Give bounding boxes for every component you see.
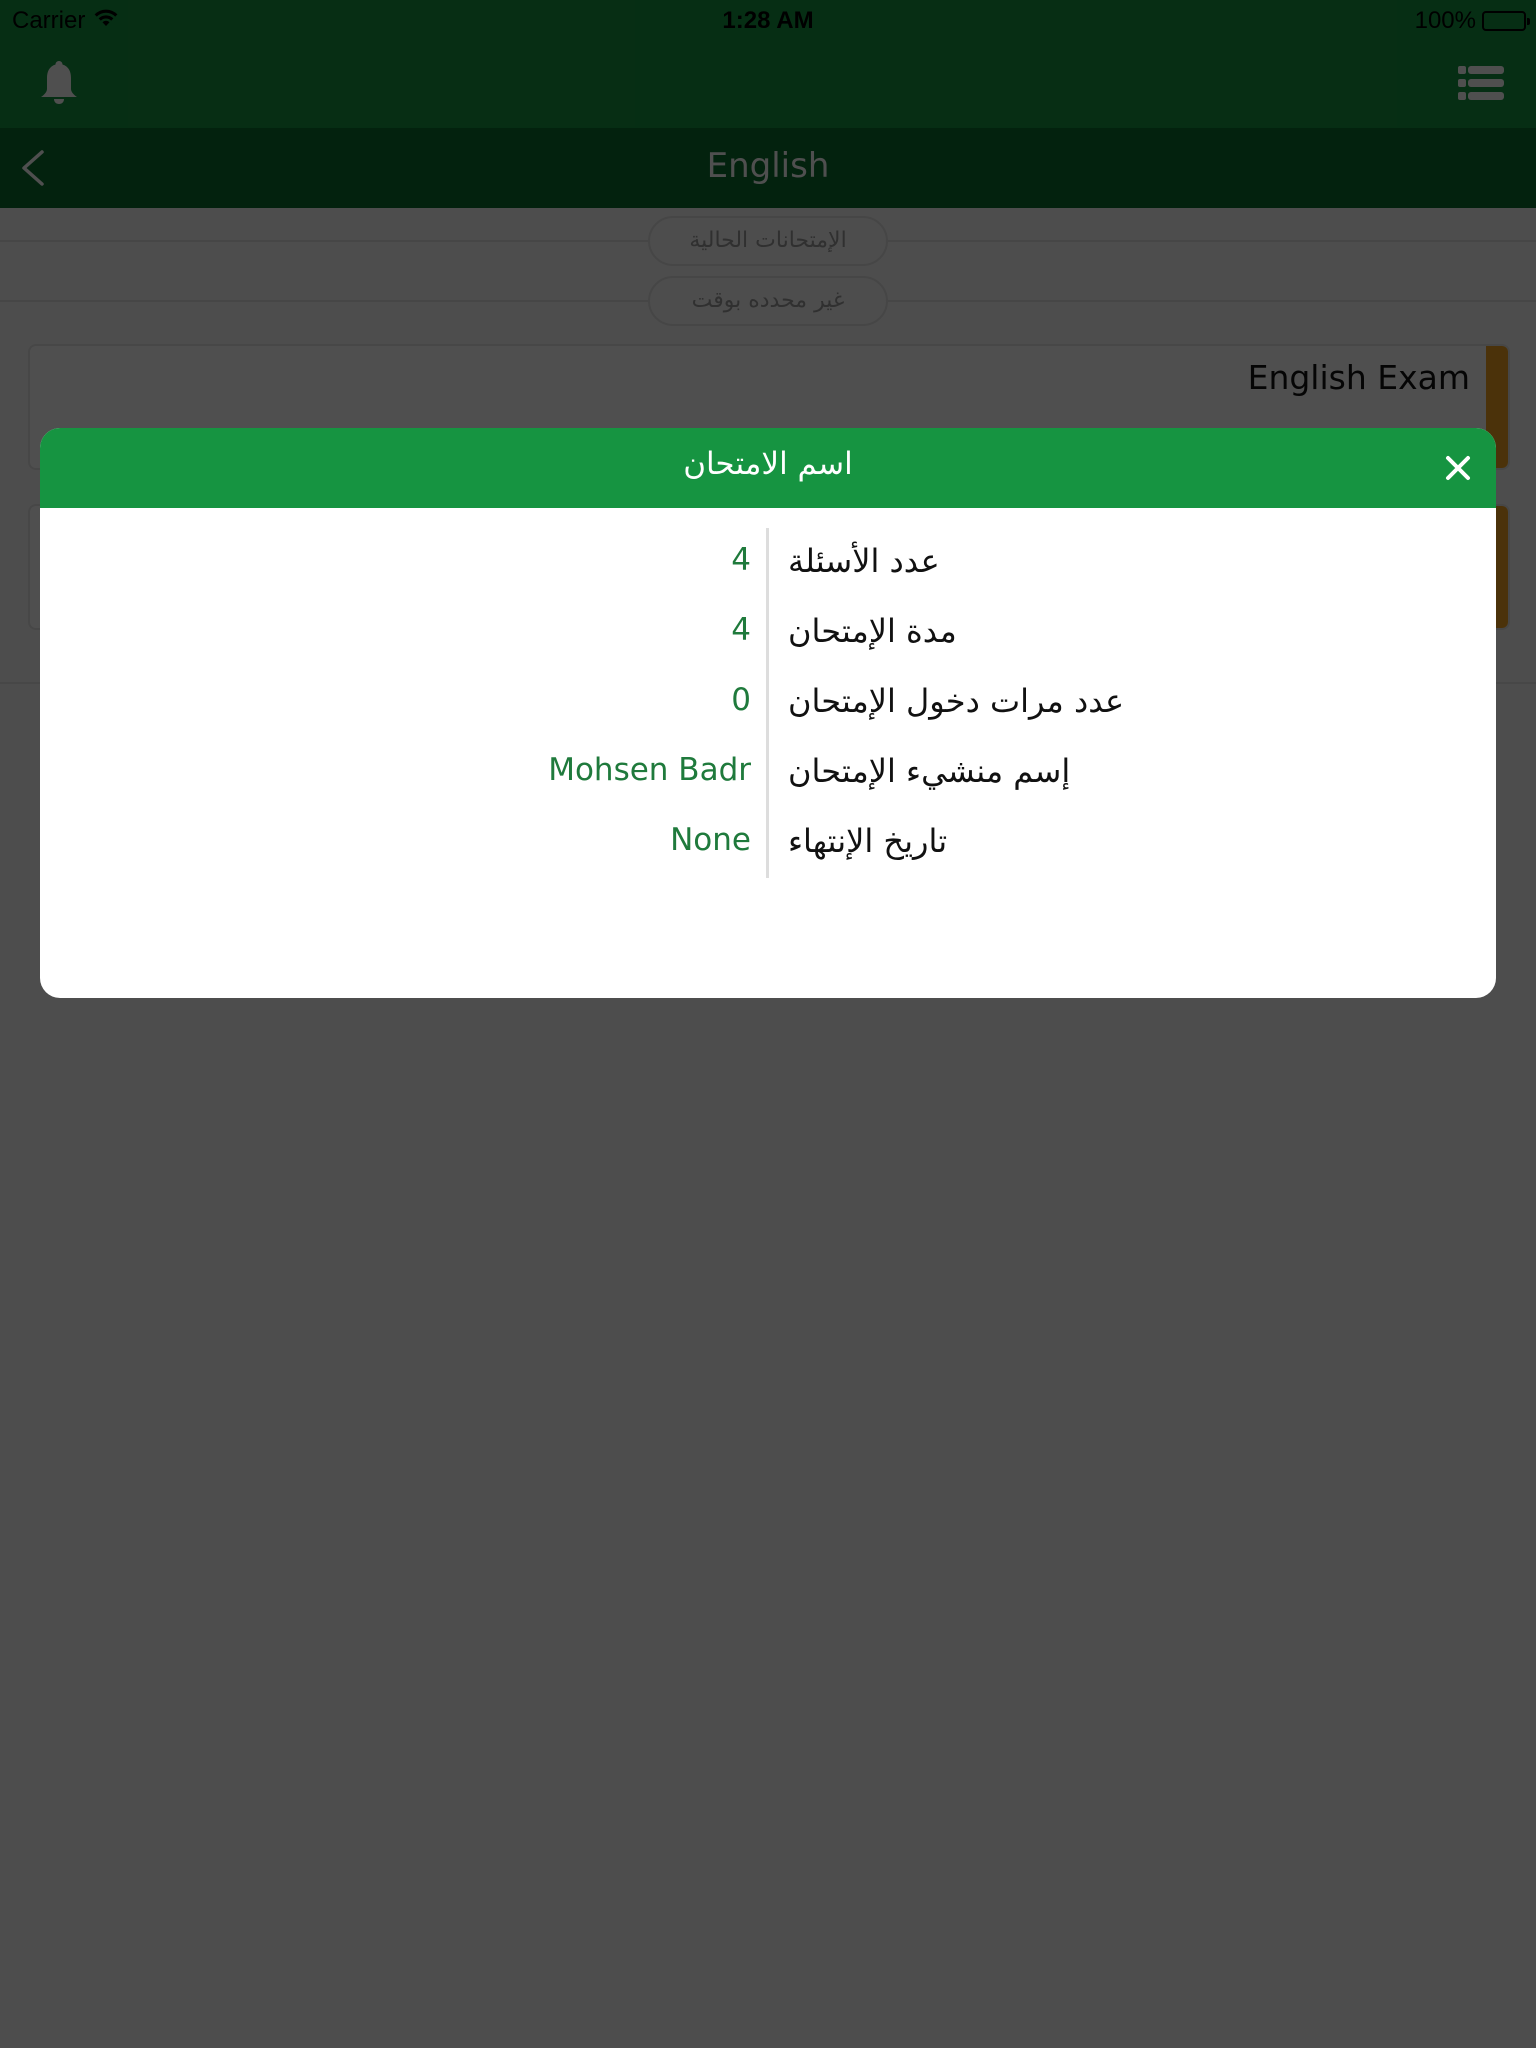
detail-row-end-date: تاريخ الإنتهاء None (40, 814, 1496, 874)
detail-row-duration: مدة الإمتحان 4 (40, 604, 1496, 664)
detail-label: تاريخ الإنتهاء (788, 822, 948, 860)
modal-body: عدد الأسئلة 4 مدة الإمتحان 4 عدد مرات دخ… (40, 508, 1496, 998)
modal-header: اسم الامتحان (40, 428, 1496, 508)
detail-value: 4 (731, 542, 751, 578)
detail-row-question-count: عدد الأسئلة 4 (40, 534, 1496, 594)
modal-backdrop[interactable] (0, 0, 1536, 2048)
detail-value: None (670, 822, 751, 858)
close-icon (1446, 456, 1470, 480)
detail-label: إسم منشيء الإمتحان (788, 752, 1071, 790)
modal-title: اسم الامتحان (683, 446, 853, 482)
detail-label: عدد الأسئلة (788, 542, 940, 580)
detail-value: Mohsen Badr (548, 752, 751, 788)
detail-label: مدة الإمتحان (788, 612, 957, 650)
detail-value: 0 (731, 682, 751, 718)
detail-row-attempts: عدد مرات دخول الإمتحان 0 (40, 674, 1496, 734)
detail-label: عدد مرات دخول الإمتحان (788, 682, 1125, 720)
detail-row-creator: إسم منشيء الإمتحان Mohsen Badr (40, 744, 1496, 804)
exam-details-modal: اسم الامتحان عدد الأسئلة 4 مدة الإمتحان … (40, 428, 1496, 998)
detail-value: 4 (731, 612, 751, 648)
close-button[interactable] (1438, 448, 1478, 488)
